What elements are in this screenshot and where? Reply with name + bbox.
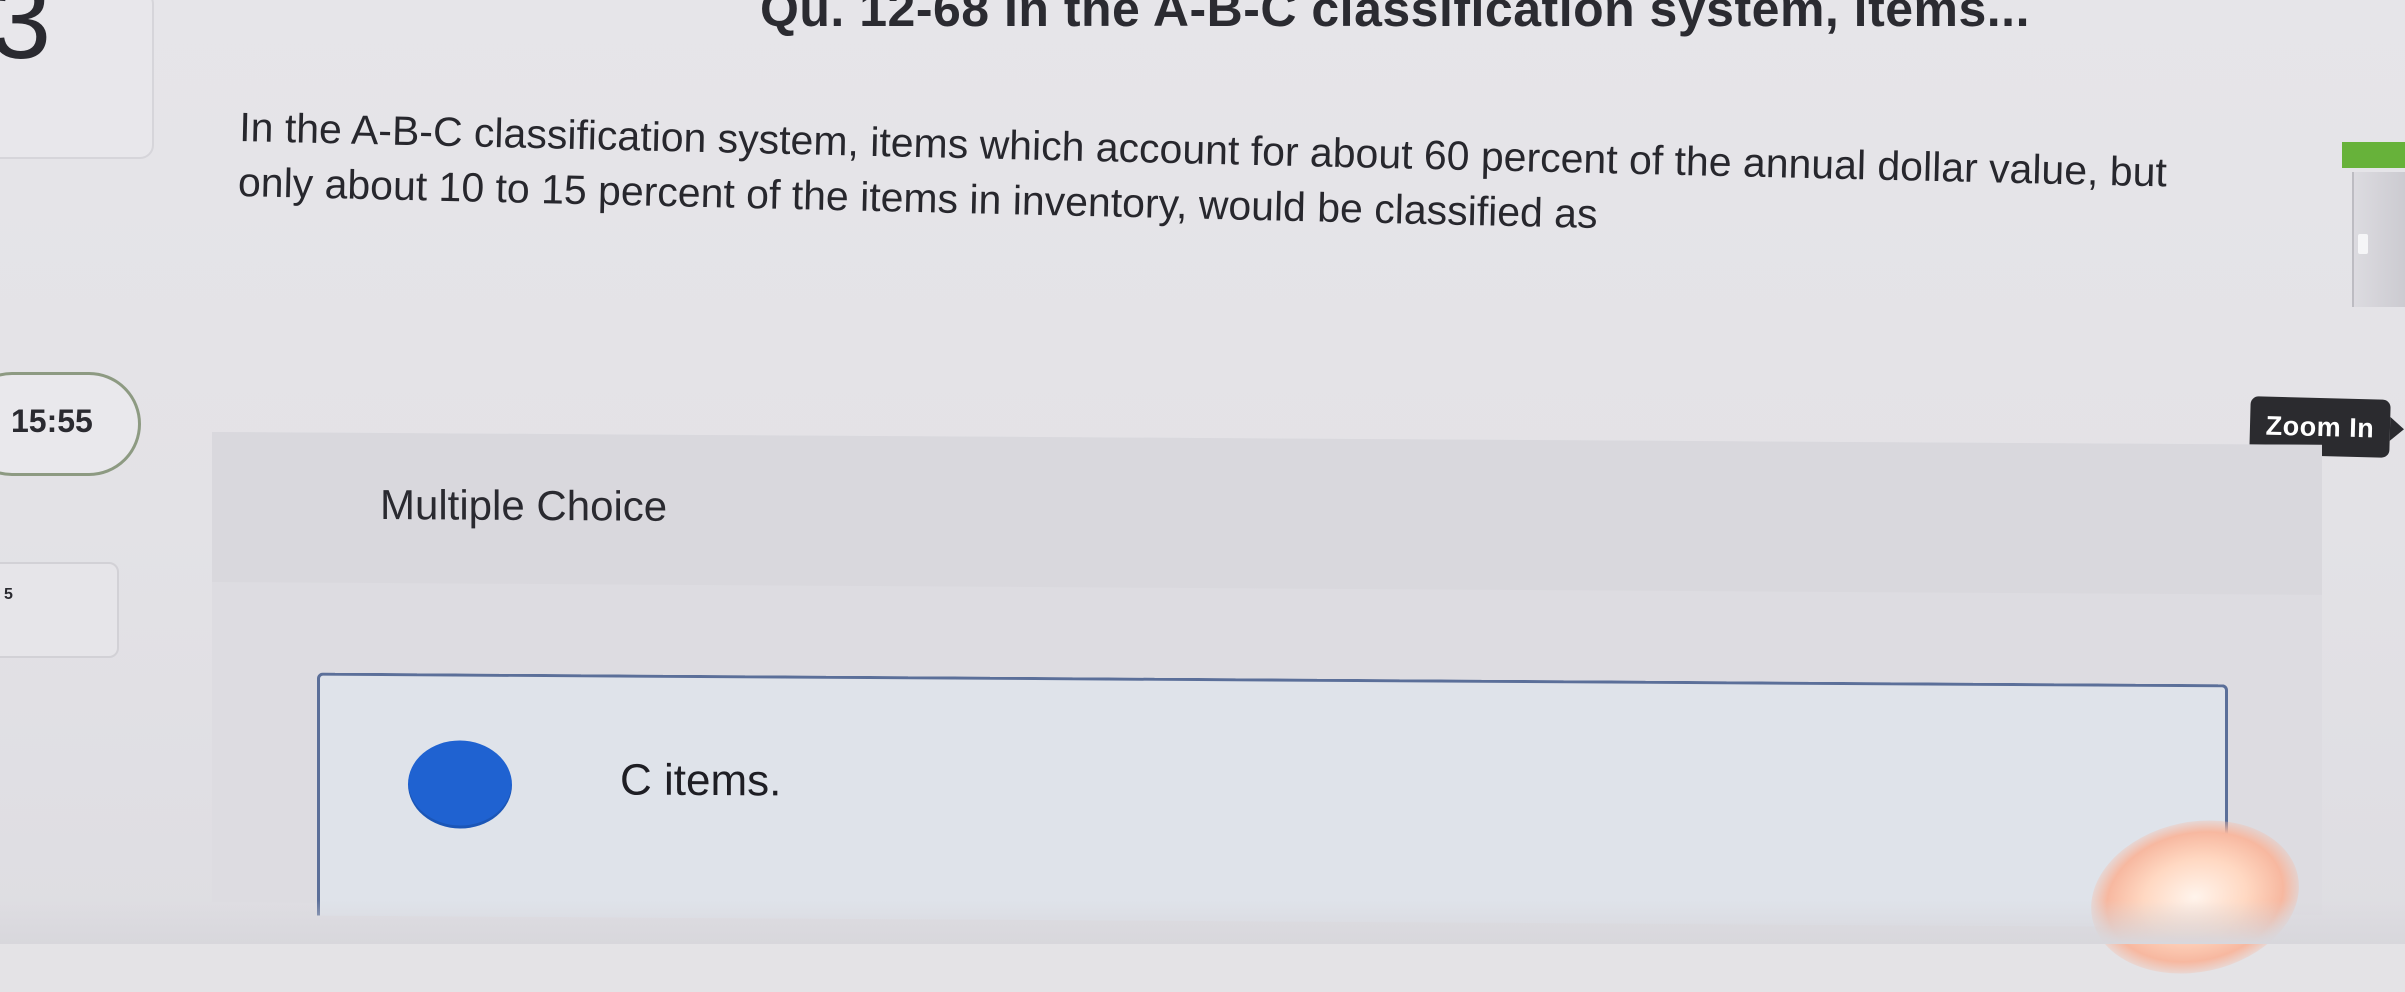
green-edge-bar (2342, 142, 2405, 168)
question-number-card[interactable]: 3 (0, 0, 154, 159)
bottom-shade (0, 900, 2405, 944)
radio-selected-icon[interactable] (408, 740, 512, 829)
question-prompt: In the A-B-C classification system, item… (237, 103, 2168, 238)
side-panel-tab[interactable] (2352, 172, 2405, 307)
side-nav-box[interactable]: 5 (0, 562, 119, 658)
answer-panel-header: Multiple Choice (212, 432, 2322, 595)
question-number: 3 (0, 0, 52, 82)
question-header: Qu. 12-68 In the A-B-C classification sy… (760, 0, 2030, 37)
screen: 3 15:55 5 Qu. 12-68 In the A-B-C classif… (0, 0, 2405, 992)
timer-text: 15:55 (11, 403, 93, 439)
answer-option[interactable]: C items. (317, 672, 2228, 928)
tab-handle-icon (2358, 234, 2368, 254)
question-type-label: Multiple Choice (380, 481, 668, 530)
answer-panel: Multiple Choice C items. (212, 432, 2322, 928)
timer-pill: 15:55 (0, 372, 141, 476)
side-nav-mark: 5 (4, 586, 13, 603)
answer-option-label: C items. (620, 755, 782, 806)
